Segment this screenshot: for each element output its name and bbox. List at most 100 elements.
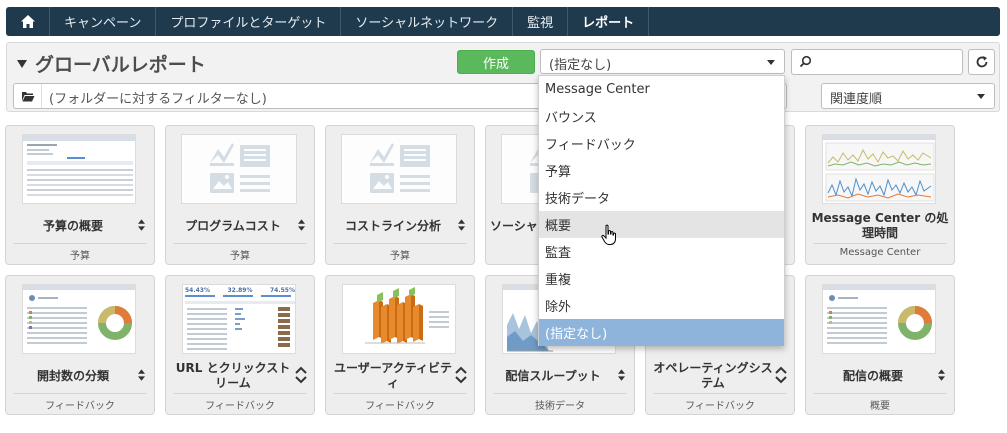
card-category: フィードバック — [45, 401, 115, 412]
chevron-down-icon — [295, 376, 307, 384]
dropdown-option-bounce[interactable]: バウンス — [539, 103, 784, 130]
dropdown-option-message-center[interactable]: Message Center — [539, 76, 784, 103]
chevron-up-icon — [617, 369, 625, 374]
chevron-up-icon — [137, 369, 145, 374]
chevron-down-icon — [455, 376, 467, 384]
card-category: 予算 — [70, 251, 90, 262]
card-category: フィードバック — [205, 401, 275, 412]
top-navigation: キャンペーン プロファイルとターゲット ソーシャルネットワーク 監視 レポート — [6, 7, 1000, 36]
card-title: オペレーティングシステム — [653, 361, 773, 390]
card-category: 予算 — [390, 251, 410, 262]
chevron-down-icon — [775, 376, 787, 384]
chevron-up-icon — [775, 366, 787, 374]
chevron-down-icon — [977, 94, 985, 99]
page-title-text: グローバルレポート — [35, 54, 206, 76]
dropdown-option-exclusion[interactable]: 除外 — [539, 292, 784, 319]
sort-select-value: 関連度順 — [830, 92, 883, 107]
report-thumbnail — [822, 284, 936, 354]
dropdown-option-feedback[interactable]: フィードバック — [539, 130, 784, 157]
card-title: URL とクリックストリーム — [175, 361, 291, 390]
card-category: 概要 — [870, 401, 890, 412]
folder-button[interactable] — [14, 84, 42, 108]
report-card[interactable]: コストライン分析 予算 — [325, 125, 475, 265]
home-button[interactable] — [6, 7, 50, 36]
chevron-up-icon — [457, 219, 465, 224]
card-category: フィードバック — [685, 401, 755, 412]
page-title[interactable]: グローバルレポート — [17, 50, 206, 77]
card-category: 予算 — [230, 251, 250, 262]
header-panel: グローバルレポート 作成 (指定なし) (フォルダーに対するフィルターなし) 関… — [6, 42, 1000, 112]
card-title: 開封数の分類 — [36, 368, 109, 383]
card-title: コストライン分析 — [344, 218, 441, 233]
card-sort-arrows[interactable] — [775, 364, 787, 386]
report-thumbnail — [22, 134, 136, 204]
chevron-down-icon — [137, 226, 145, 231]
chevron-down-icon — [767, 60, 775, 65]
nav-social-networks[interactable]: ソーシャルネットワーク — [341, 7, 514, 36]
report-card[interactable]: 開封数の分類 フィードバック — [5, 275, 155, 415]
card-sort-arrows[interactable] — [615, 364, 627, 386]
report-placeholder-thumbnail — [341, 134, 457, 204]
report-placeholder-icon — [210, 143, 270, 193]
card-title: 配信の概要 — [842, 368, 903, 383]
dropdown-option-audit[interactable]: 監査 — [539, 238, 784, 265]
card-sort-arrows[interactable] — [135, 214, 147, 236]
report-placeholder-icon — [370, 143, 430, 193]
report-thumbnail: 54.43% 32.89% 74.55% — [182, 284, 296, 354]
chevron-down-icon — [617, 376, 625, 381]
report-card[interactable]: Message Center の処理時間 Message Center — [805, 125, 955, 265]
card-title: ユーザーアクティビティ — [334, 361, 452, 390]
folder-open-icon — [21, 91, 34, 101]
dropdown-option-overview[interactable]: 概要 — [539, 211, 784, 238]
card-sort-arrows[interactable] — [455, 214, 467, 236]
collapse-triangle-icon[interactable] — [17, 59, 27, 68]
search-input[interactable] — [791, 49, 963, 75]
dropdown-option-none[interactable]: (指定なし) — [539, 319, 784, 346]
card-title: Message Center の処理時間 — [811, 211, 949, 240]
card-title: 予算の概要 — [42, 218, 103, 233]
nav-campaigns[interactable]: キャンペーン — [50, 7, 157, 36]
card-category: Message Center — [839, 247, 921, 258]
refresh-icon — [976, 56, 987, 68]
chevron-up-icon — [455, 366, 467, 374]
report-thumbnail — [22, 284, 136, 354]
card-sort-arrows[interactable] — [295, 214, 307, 236]
chevron-up-icon — [295, 366, 307, 374]
report-card[interactable]: 予算の概要 予算 — [5, 125, 155, 265]
folder-filter-text: (フォルダーに対するフィルターなし) — [49, 92, 267, 107]
report-card[interactable]: 配信の概要 概要 — [805, 275, 955, 415]
dropdown-option-technical-data[interactable]: 技術データ — [539, 184, 784, 211]
card-category: 技術データ — [535, 401, 585, 412]
chevron-up-icon — [937, 369, 945, 374]
chevron-down-icon — [937, 376, 945, 381]
nav-reports[interactable]: レポート — [568, 7, 650, 36]
report-type-dropdown[interactable]: Message Center バウンス フィードバック 予算 技術データ 概要 … — [538, 75, 785, 346]
dropdown-option-duplicate[interactable]: 重複 — [539, 265, 784, 292]
chevron-down-icon — [457, 226, 465, 231]
report-card[interactable]: プログラムコスト 予算 — [165, 125, 315, 265]
card-sort-arrows[interactable] — [295, 364, 307, 386]
card-sort-arrows[interactable] — [135, 364, 147, 386]
report-thumbnail — [822, 134, 936, 204]
dropdown-option-budget[interactable]: 予算 — [539, 157, 784, 184]
home-icon — [20, 15, 35, 28]
refresh-button[interactable] — [968, 49, 995, 75]
report-type-select-value: (指定なし) — [549, 58, 612, 73]
card-sort-arrows[interactable] — [935, 364, 947, 386]
report-card[interactable]: 54.43% 32.89% 74.55% URL とクリックストリーム フィード… — [165, 275, 315, 415]
card-sort-arrows[interactable] — [455, 364, 467, 386]
create-button[interactable]: 作成 — [457, 50, 535, 74]
sort-select[interactable]: 関連度順 — [821, 83, 995, 109]
report-card[interactable]: ユーザーアクティビティ フィードバック — [325, 275, 475, 415]
hand-cursor-icon — [601, 224, 616, 245]
search-icon — [799, 55, 812, 68]
chevron-down-icon — [137, 376, 145, 381]
nav-profiles-targets[interactable]: プロファイルとターゲット — [156, 7, 342, 36]
chevron-down-icon — [297, 226, 305, 231]
chevron-up-icon — [297, 219, 305, 224]
card-category: フィードバック — [365, 401, 435, 412]
card-title: プログラムコスト — [185, 218, 281, 233]
report-type-select[interactable]: (指定なし) — [540, 49, 785, 74]
nav-monitoring[interactable]: 監視 — [513, 7, 569, 36]
report-thumbnail — [342, 284, 456, 354]
